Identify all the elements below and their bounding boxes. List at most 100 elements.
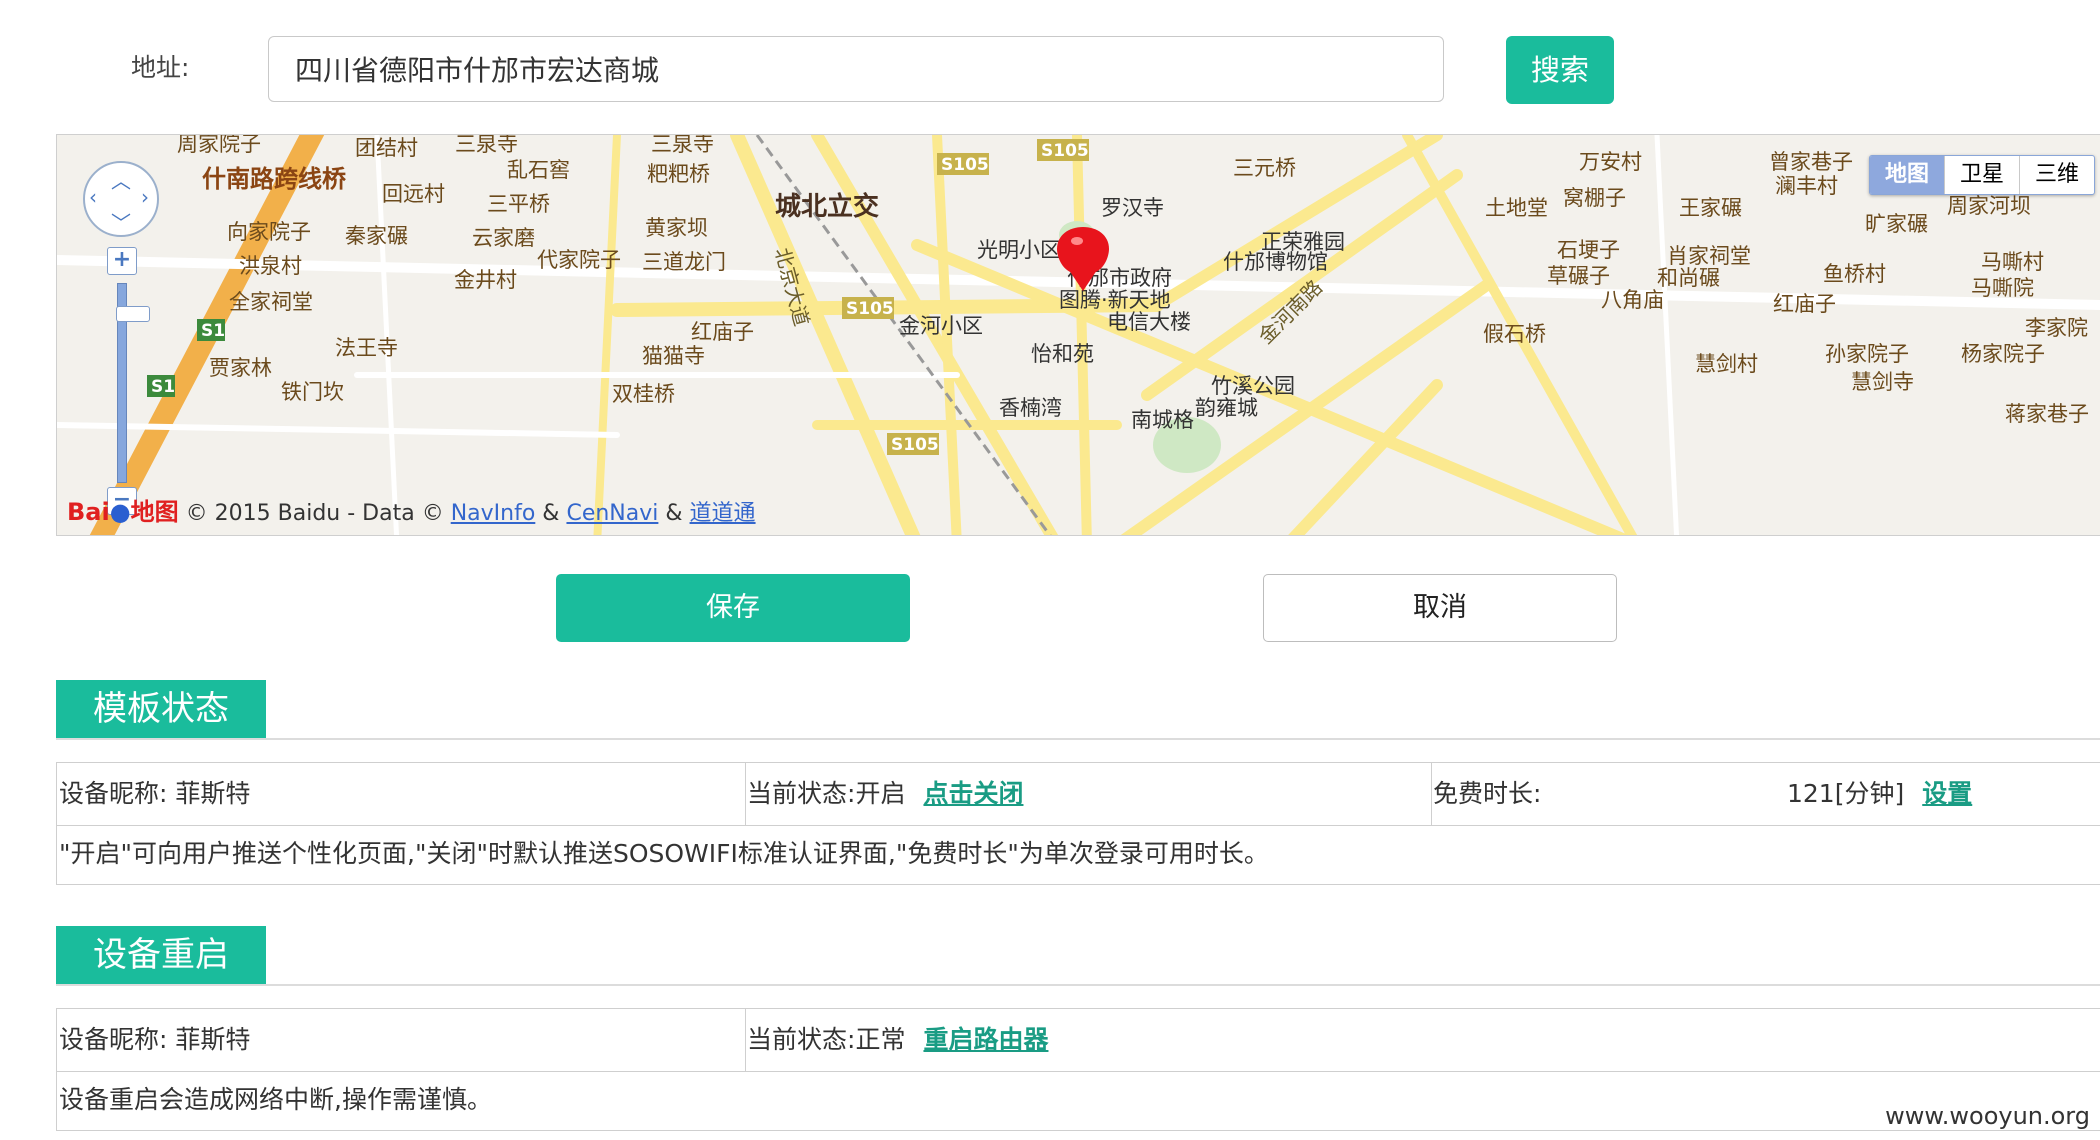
map-label: 什南路跨线桥 [202, 165, 347, 193]
map-road-label: S105 [1041, 141, 1089, 161]
map-label: 铁门坎 [281, 380, 344, 404]
free-duration-label: 免费时长: [1433, 779, 1542, 808]
map-pan-control[interactable]: ︿ ﹀ ‹ › [83, 161, 159, 237]
zoom-slider-handle[interactable] [116, 306, 150, 322]
map-label: 三元桥 [1233, 156, 1296, 180]
map-label: 向家院子 [227, 220, 311, 244]
baidu-logo[interactable]: Bai●地图 [67, 498, 179, 526]
map-label: 万安村 [1579, 150, 1642, 174]
map-label: 孙家院子 [1825, 342, 1909, 366]
current-status: 当前状态:正常 重启路由器 [747, 1025, 1049, 1054]
section-title: 设备重启 [56, 926, 266, 984]
free-duration: 121[分钟] 设置 [1787, 763, 1972, 825]
map-label: 周家河坝 [1947, 194, 2031, 218]
map-label: 三泉寺 [455, 135, 518, 156]
pan-down-icon[interactable]: ﹀ [111, 207, 131, 236]
map-label: 红庙子 [691, 320, 754, 344]
map-label: 三泉寺 [651, 135, 714, 156]
map-label: 旷家碾 [1865, 212, 1928, 236]
map-road-label: S1 [151, 377, 175, 397]
map-label: 慧剑寺 [1851, 370, 1914, 394]
map-label: 竹溪公园 [1211, 374, 1295, 398]
map-label: 黄家坝 [645, 216, 708, 240]
map-label: 马嘶村 [1981, 250, 2044, 274]
provider-link-cennavi[interactable]: CenNavi [566, 501, 658, 526]
template-status-header: 模板状态 [56, 680, 2100, 740]
map-label: 三道龙门 [642, 250, 726, 274]
map-label: 假石桥 [1483, 322, 1546, 346]
zoom-in-icon[interactable]: + [107, 247, 137, 275]
zoom-slider-track[interactable] [116, 283, 150, 483]
map-label: 土地堂 [1485, 196, 1548, 220]
map-label: 周家院子 [177, 135, 261, 156]
map-label: 猫猫寺 [642, 344, 705, 368]
map-label: 红庙子 [1773, 292, 1836, 316]
map-label: 香楠湾 [999, 396, 1062, 420]
map-type-map[interactable]: 地图 [1870, 156, 1944, 194]
map-label: 王家碾 [1679, 196, 1742, 220]
map-label: 秦家碾 [345, 224, 408, 248]
map-label: 全家祠堂 [229, 290, 313, 314]
map-attribution: Bai●地图 © 2015 Baidu - Data © NavInfo & C… [67, 498, 756, 526]
map-label: 窝棚子 [1563, 186, 1626, 210]
section-title: 模板状态 [56, 680, 266, 738]
map-label: 双桂桥 [612, 382, 675, 406]
map-type-switcher: 地图 卫星 三维 [1869, 155, 2095, 195]
reboot-note: 设备重启会造成网络中断,操作需谨慎。 [59, 1085, 492, 1114]
provider-link-daodaotong[interactable]: 道道通 [690, 501, 756, 526]
map-label: 电信大楼 [1107, 310, 1191, 334]
map-label: 罗汉寺 [1101, 196, 1164, 220]
map-copyright: © 2015 Baidu - Data © [185, 501, 444, 526]
set-duration-link[interactable]: 设置 [1922, 779, 1972, 808]
map-label: 韵雍城 [1195, 396, 1258, 420]
map-label: 什邡博物馆 [1223, 250, 1328, 274]
address-input[interactable] [268, 36, 1444, 102]
cancel-button[interactable]: 取消 [1263, 574, 1617, 642]
map-label: 光明小区 [977, 238, 1061, 262]
device-nickname: 设备昵称: 菲斯特 [59, 1025, 251, 1054]
reboot-router-link[interactable]: 重启路由器 [923, 1025, 1048, 1054]
map-label: 粑粑桥 [647, 162, 710, 186]
map-type-3d[interactable]: 三维 [2019, 156, 2094, 194]
map-label: 澜丰村 [1775, 174, 1838, 198]
map-view[interactable]: S105 S105 S105 S105 S1 S1 什南路跨线桥 城北立交 周家… [56, 134, 2100, 536]
reboot-header: 设备重启 [56, 926, 2100, 986]
reboot-table: 设备昵称: 菲斯特 当前状态:正常 重启路由器 设备重启会造成网络中断,操作需谨慎… [56, 1008, 2100, 1131]
free-duration-value: 121[分钟] [1787, 779, 1905, 808]
map-label: 云家磨 [472, 226, 535, 250]
toggle-close-link[interactable]: 点击关闭 [923, 779, 1023, 808]
device-nickname: 设备昵称: 菲斯特 [59, 779, 251, 808]
pan-up-icon[interactable]: ︿ [111, 165, 131, 194]
pan-left-icon[interactable]: ‹ [89, 185, 97, 209]
map-label: 图腾·新天地 [1059, 288, 1171, 312]
search-button[interactable]: 搜索 [1506, 36, 1614, 104]
map-canvas[interactable]: S105 S105 S105 S105 S1 S1 什南路跨线桥 城北立交 周家… [57, 135, 2100, 535]
map-label: 城北立交 [775, 191, 879, 222]
map-label: 南城格 [1131, 408, 1194, 432]
map-label: 石埂子 [1557, 238, 1620, 262]
map-label: 回远村 [382, 182, 445, 206]
map-label: 肖家祠堂 [1667, 244, 1751, 268]
map-road-label: S105 [846, 299, 894, 319]
map-type-satellite[interactable]: 卫星 [1944, 156, 2019, 194]
map-label: 和尚碾 [1657, 266, 1720, 290]
table-row: 设备昵称: 菲斯特 当前状态:开启 点击关闭 免费时长: 121[分钟] 设置 [57, 763, 2100, 826]
map-label: 慧剑村 [1695, 352, 1758, 376]
map-label: 乱石窖 [507, 158, 570, 182]
map-label: 马嘶院 [1971, 276, 2034, 300]
map-label: 法王寺 [335, 336, 398, 360]
map-label: 怡和苑 [1031, 342, 1094, 366]
map-road-label: S105 [891, 435, 939, 455]
save-button[interactable]: 保存 [556, 574, 910, 642]
map-label: 金河小区 [899, 314, 983, 338]
map-label: 李家院 [2025, 316, 2088, 340]
provider-link-navinfo[interactable]: NavInfo [451, 501, 536, 526]
pan-right-icon[interactable]: › [141, 185, 149, 209]
map-label: 三平桥 [487, 192, 550, 216]
map-road-label: S1 [201, 321, 225, 341]
zoom-control: + − [107, 247, 150, 517]
current-status: 当前状态:开启 点击关闭 [747, 779, 1024, 808]
map-label: 金井村 [454, 268, 517, 292]
map-label: 蒋家巷子 [2005, 402, 2089, 426]
map-label: 八角庙 [1601, 288, 1664, 312]
